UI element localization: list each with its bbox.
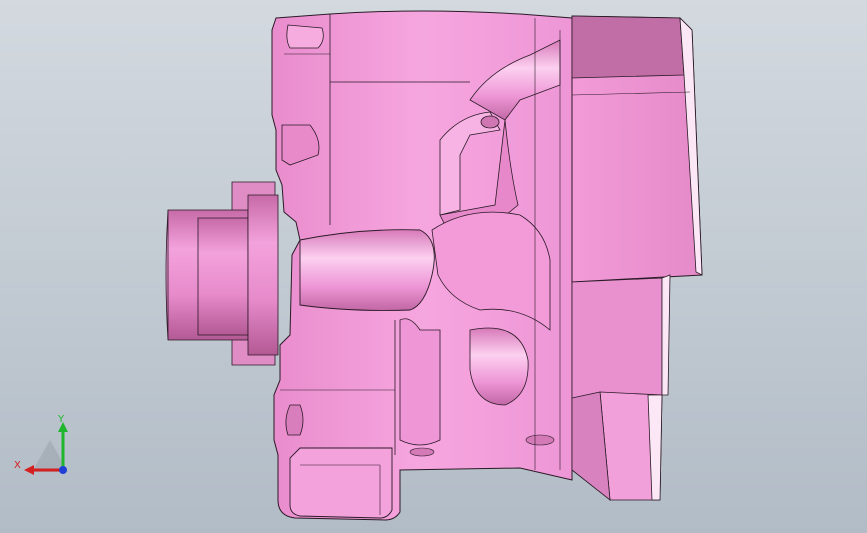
y-axis-label: Y	[57, 414, 65, 425]
flange-block[interactable]	[571, 15, 703, 501]
z-axis-dot-icon	[59, 466, 67, 474]
x-axis-label: X	[14, 460, 21, 471]
coordinate-triad: Y X	[14, 414, 68, 475]
cylinder-boss[interactable]	[165, 181, 279, 366]
graphics-viewport[interactable]: Y X	[0, 0, 867, 533]
cad-model[interactable]	[0, 0, 867, 533]
housing-body[interactable]	[271, 10, 573, 521]
